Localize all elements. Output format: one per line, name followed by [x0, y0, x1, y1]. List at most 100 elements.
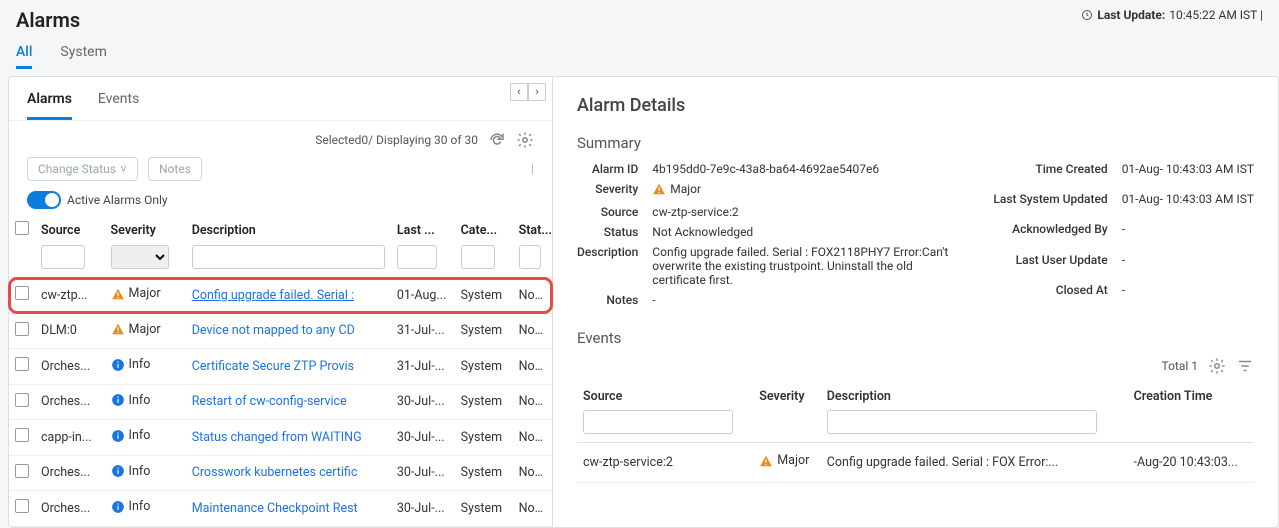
row-last: 31-Jul-...	[391, 313, 455, 349]
row-status: Not A	[513, 420, 552, 456]
row-last: 30-Jul-...	[391, 384, 455, 420]
row-category: System	[455, 278, 513, 314]
events-total: Total 1	[1161, 359, 1198, 373]
row-checkbox[interactable]	[15, 357, 29, 371]
table-row[interactable]: Orches...InfoCertificate Secure ZTP Prov…	[9, 349, 552, 385]
inner-tab-events[interactable]: Events	[98, 91, 139, 120]
inner-tab-alarms[interactable]: Alarms	[27, 91, 72, 120]
filter-severity[interactable]	[111, 245, 169, 269]
row-description-link[interactable]: Maintenance Checkpoint Rest	[192, 501, 358, 516]
row-status: Not A	[513, 278, 552, 314]
row-last: 30-Jul-...	[391, 455, 455, 491]
row-severity: Info	[105, 384, 186, 420]
severity-label: Severity	[577, 182, 638, 199]
table-row[interactable]: capp-in...InfoStatus changed from WAITIN…	[9, 420, 552, 456]
info-icon	[111, 500, 125, 514]
last-system-updated-value: 01-Aug- 10:43:03 AM IST	[1122, 192, 1254, 216]
ev-col-description[interactable]: Description	[821, 381, 1128, 408]
gear-icon[interactable]	[1208, 357, 1226, 375]
ev-filter-description[interactable]	[827, 410, 1097, 434]
chevron-down-icon: ˅	[120, 162, 127, 176]
table-row[interactable]: Orches...InfoMaintenance Checkpoint Rest…	[9, 491, 552, 527]
table-row[interactable]: Orches...Info Crosswork kubernetes certif…	[9, 455, 552, 491]
table-row[interactable]: Orches...Info Restart of cw-config-servic…	[9, 384, 552, 420]
row-source: Orches...	[35, 384, 105, 420]
last-system-updated-label: Last System Updated	[993, 192, 1107, 216]
page-title: Alarms	[16, 8, 80, 32]
col-source[interactable]: Source	[35, 213, 105, 243]
col-description[interactable]: Description	[186, 213, 391, 243]
severity-value: Major	[652, 182, 953, 199]
tab-all[interactable]: All	[16, 38, 32, 69]
row-checkbox[interactable]	[15, 428, 29, 442]
alarms-list-pane: ‹ › Alarms Events Selected0/ Displaying …	[8, 76, 553, 528]
last-user-update-label: Last User Update	[993, 253, 1107, 277]
source-label: Source	[577, 205, 638, 219]
col-severity[interactable]: Severity	[105, 213, 186, 243]
warning-icon	[759, 454, 773, 468]
row-description-link[interactable]: Config upgrade failed. Serial :	[192, 288, 354, 303]
row-description-link[interactable]: Certificate Secure ZTP Provis	[192, 359, 354, 374]
row-last: 01-Aug...	[391, 278, 455, 314]
alarm-id-value: 4b195dd0-7e9c-43a8-ba64-4692ae5407e6	[652, 162, 953, 176]
col-status[interactable]: Stat...	[513, 213, 552, 243]
row-checkbox[interactable]	[15, 322, 29, 336]
row-source: Orches...	[35, 455, 105, 491]
alarm-details-pane: Alarm Details Summary Alarm ID4b195dd0-7…	[553, 76, 1279, 528]
col-last[interactable]: Last ...	[391, 213, 455, 243]
filter-description[interactable]	[192, 245, 385, 269]
row-status: Not A	[513, 384, 552, 420]
active-alarms-label: Active Alarms Only	[67, 193, 168, 207]
active-alarms-toggle[interactable]	[27, 191, 61, 209]
source-value: cw-ztp-service:2	[652, 205, 953, 219]
select-all-checkbox[interactable]	[15, 221, 29, 235]
description-value: Config upgrade failed. Serial : FOX2118P…	[652, 245, 953, 287]
gear-icon[interactable]	[516, 131, 534, 149]
row-checkbox[interactable]	[15, 464, 29, 478]
status-value: Not Acknowledged	[652, 225, 953, 239]
row-status: Not A	[513, 455, 552, 491]
table-row[interactable]: cw-ztp...MajorConfig upgrade failed. Ser…	[9, 278, 552, 314]
row-status: Not A	[513, 349, 552, 385]
filter-source[interactable]	[41, 245, 85, 269]
ev-col-severity[interactable]: Severity	[753, 381, 821, 408]
top-tabs: All System	[0, 32, 1279, 70]
filter-icon[interactable]	[1236, 357, 1254, 375]
closed-at-label: Closed At	[993, 283, 1107, 307]
notes-value: -	[652, 293, 953, 307]
tab-system[interactable]: System	[60, 38, 106, 69]
row-severity: Info	[105, 455, 186, 491]
last-user-update-value: -	[1122, 253, 1254, 277]
warning-icon	[111, 287, 125, 301]
row-checkbox[interactable]	[15, 286, 29, 300]
ev-col-source[interactable]: Source	[577, 381, 753, 408]
summary-heading: Summary	[577, 134, 1254, 152]
col-category[interactable]: Cate...	[455, 213, 513, 243]
row-checkbox[interactable]	[15, 499, 29, 513]
ev-severity: Major	[753, 443, 821, 483]
filter-status[interactable]	[519, 245, 541, 269]
row-source: Orches...	[35, 491, 105, 527]
row-category: System	[455, 313, 513, 349]
row-checkbox[interactable]	[15, 393, 29, 407]
warning-icon	[652, 182, 666, 196]
row-category: System	[455, 491, 513, 527]
row-description-link[interactable]: Restart of cw-config-service	[192, 394, 347, 409]
ev-col-creation[interactable]: Creation Time	[1128, 381, 1254, 408]
filter-category[interactable]	[461, 245, 495, 269]
row-description-link[interactable]: Status changed from WAITING	[192, 430, 362, 445]
pane-collapse-right[interactable]: ›	[528, 83, 546, 101]
row-description-link[interactable]: Crosswork kubernetes certific	[192, 465, 358, 480]
row-description-link[interactable]: Device not mapped to any CD	[192, 323, 355, 338]
filter-last[interactable]	[397, 245, 437, 269]
table-row[interactable]: DLM:0MajorDevice not mapped to any CD31-…	[9, 313, 552, 349]
event-row[interactable]: cw-ztp-service:2 Major Config upgrade fa…	[577, 443, 1254, 483]
selection-count: Selected0/ Displaying 30 of 30	[315, 133, 478, 147]
ev-filter-source[interactable]	[583, 410, 733, 434]
notes-label: Notes	[577, 293, 638, 307]
alarm-id-label: Alarm ID	[577, 162, 638, 176]
status-label: Status	[577, 225, 638, 239]
refresh-icon[interactable]	[488, 131, 506, 149]
row-status: Not A	[513, 313, 552, 349]
pane-collapse-left[interactable]: ‹	[510, 83, 528, 101]
